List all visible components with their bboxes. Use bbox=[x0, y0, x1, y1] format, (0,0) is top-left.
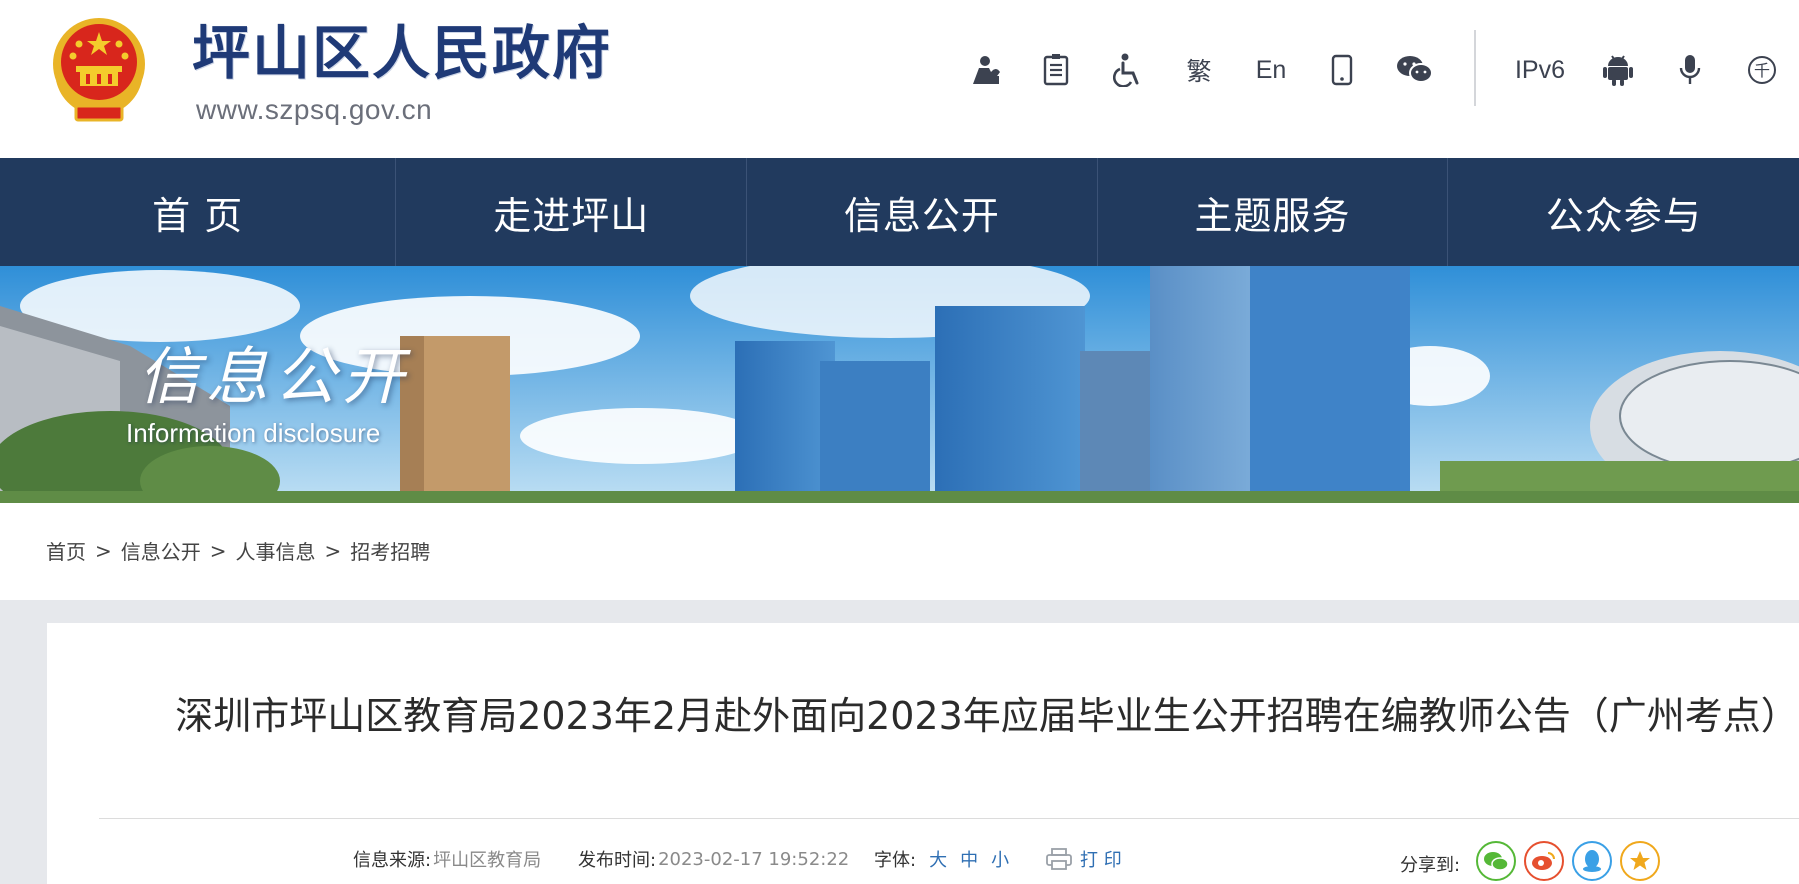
banner-subtitle: Information disclosure bbox=[126, 418, 381, 448]
site-header: 坪山区人民政府 www.szpsq.gov.cn 繁 En IPv6 千 bbox=[0, 0, 1799, 158]
mobile-icon[interactable] bbox=[1322, 45, 1362, 95]
article-card: 深圳市坪山区教育局2023年2月赴外面向2023年应届毕业生公开招聘在编教师公告… bbox=[47, 623, 1799, 884]
print-label: 打 印 bbox=[1080, 850, 1122, 871]
time-label: 发布时间: bbox=[578, 850, 657, 871]
font-size-large-button[interactable]: 大 bbox=[929, 846, 947, 872]
traditional-chinese-toggle[interactable]: 繁 bbox=[1178, 45, 1220, 95]
breadcrumb-info-disclosure[interactable]: 信息公开 bbox=[121, 536, 201, 565]
nav-item-about[interactable]: 走进坪山 bbox=[396, 158, 748, 266]
weibo-share-icon[interactable] bbox=[1524, 841, 1564, 881]
breadcrumb-recruitment[interactable]: 招考招聘 bbox=[350, 536, 430, 565]
printer-icon bbox=[1046, 848, 1072, 870]
english-toggle[interactable]: En bbox=[1248, 45, 1294, 95]
banner-title: 信息公开 bbox=[138, 340, 411, 413]
elderly-mode-icon[interactable]: 千 bbox=[1742, 45, 1782, 95]
site-name: 坪山区人民政府 bbox=[192, 19, 613, 87]
wechat-icon[interactable] bbox=[1392, 45, 1438, 95]
nav-item-info-disclosure[interactable]: 信息公开 bbox=[747, 158, 1098, 266]
nav-item-services[interactable]: 主题服务 bbox=[1098, 158, 1449, 266]
share-label: 分享到: bbox=[1400, 855, 1461, 876]
qq-share-icon[interactable] bbox=[1572, 841, 1612, 881]
font-size-small-button[interactable]: 小 bbox=[991, 846, 1009, 872]
android-icon[interactable] bbox=[1598, 45, 1638, 95]
source-value: 坪山区教育局 bbox=[433, 850, 542, 871]
wechat-share-icon[interactable] bbox=[1476, 841, 1516, 881]
breadcrumb: 首页 > 信息公开 > 人事信息 > 招考招聘 bbox=[46, 536, 430, 565]
breadcrumb-separator: > bbox=[209, 538, 227, 563]
site-url: www.szpsq.gov.cn bbox=[196, 94, 433, 125]
article-title: 深圳市坪山区教育局2023年2月赴外面向2023年应届毕业生公开招聘在编教师公告… bbox=[175, 694, 1799, 738]
document-icon[interactable] bbox=[1036, 45, 1076, 95]
ipv6-label[interactable]: IPv6 bbox=[1512, 45, 1568, 95]
microphone-icon[interactable] bbox=[1670, 45, 1710, 95]
qzone-share-icon[interactable] bbox=[1620, 841, 1660, 881]
main-nav: 首 页 走进坪山 信息公开 主题服务 公众参与 bbox=[0, 158, 1799, 266]
article-source: 信息来源: 坪山区教育局 bbox=[353, 846, 541, 872]
breadcrumb-home[interactable]: 首页 bbox=[46, 536, 86, 565]
font-size-controls: 字体: 大 中 小 bbox=[874, 846, 1009, 872]
nav-item-participation[interactable]: 公众参与 bbox=[1448, 158, 1799, 266]
breadcrumb-separator: > bbox=[324, 538, 342, 563]
title-divider bbox=[99, 818, 1799, 819]
accessibility-icon[interactable] bbox=[1108, 45, 1148, 95]
nav-item-home[interactable]: 首 页 bbox=[0, 158, 397, 266]
svg-text:千: 千 bbox=[1754, 61, 1770, 80]
tools-divider bbox=[1474, 30, 1476, 106]
font-size-label: 字体: bbox=[874, 850, 917, 871]
article-publish-time: 发布时间: 2023-02-17 19:52:22 bbox=[578, 846, 849, 872]
elderly-care-icon[interactable] bbox=[966, 45, 1006, 95]
page-banner: 信息公开 Information disclosure bbox=[0, 266, 1799, 503]
time-value: 2023-02-17 19:52:22 bbox=[658, 848, 850, 870]
national-emblem-logo bbox=[46, 14, 152, 124]
breadcrumb-personnel-info[interactable]: 人事信息 bbox=[236, 536, 316, 565]
source-label: 信息来源: bbox=[353, 850, 432, 871]
breadcrumb-separator: > bbox=[95, 538, 112, 563]
font-size-medium-button[interactable]: 中 bbox=[960, 846, 978, 872]
print-button[interactable]: 打 印 bbox=[1046, 846, 1122, 872]
